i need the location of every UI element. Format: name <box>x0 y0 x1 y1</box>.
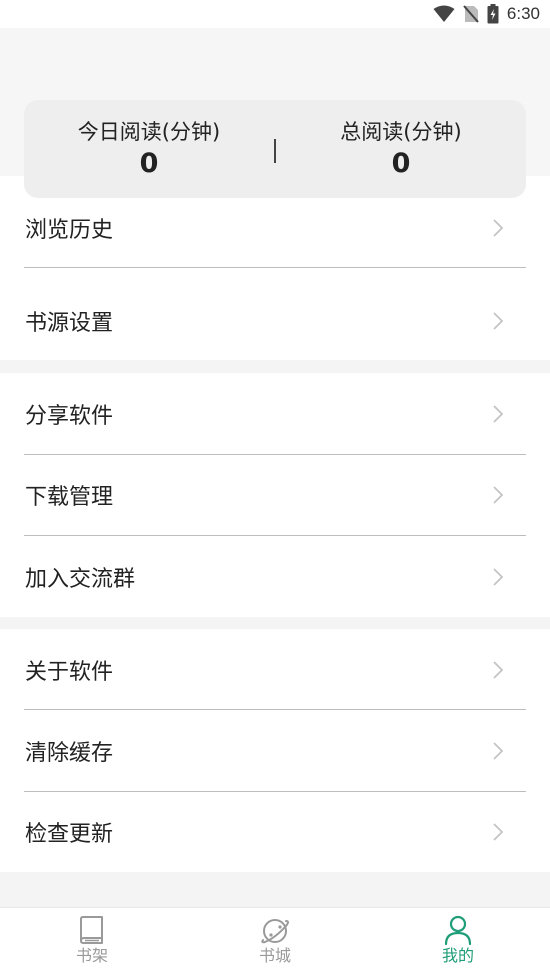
chevron-right-icon <box>493 568 504 586</box>
nav-tab-label: 我的 <box>441 946 474 965</box>
today-reading-value: 0 <box>139 148 159 179</box>
wifi-icon <box>433 5 455 22</box>
menu-item-check-update[interactable]: 检查更新 <box>0 792 550 872</box>
bookshelf-icon <box>80 916 103 944</box>
menu-item-label: 分享软件 <box>25 404 114 429</box>
chevron-right-icon <box>493 312 504 330</box>
menu-item-label: 清除缓存 <box>25 741 114 766</box>
menu-item-share[interactable]: 分享软件 <box>0 374 550 454</box>
nav-tab-bookshelf[interactable]: 书架 <box>32 914 152 966</box>
chevron-right-icon <box>493 219 504 237</box>
status-icons: 6:30 <box>433 2 540 26</box>
reading-stats-card: 今日阅读(分钟) 0 总阅读(分钟) 0 <box>24 100 526 198</box>
nav-tab-label: 书城 <box>258 946 291 965</box>
nav-tab-label: 书架 <box>75 946 108 965</box>
menu-item-label: 浏览历史 <box>25 218 114 243</box>
chevron-right-icon <box>493 742 504 760</box>
menu-item-join-group[interactable]: 加入交流群 <box>0 537 550 617</box>
status-time: 6:30 <box>506 4 540 23</box>
nav-tab-bookstore[interactable]: 书城 <box>215 914 335 966</box>
menu-item-label: 书源设置 <box>25 311 114 336</box>
bottom-nav: 书架 书城 我的 <box>0 907 550 978</box>
today-reading-stat: 今日阅读(分钟) 0 <box>24 117 274 181</box>
nav-tab-mine[interactable]: 我的 <box>398 914 518 966</box>
chevron-right-icon <box>493 486 504 504</box>
divider <box>24 709 526 710</box>
planet-icon <box>261 919 289 944</box>
total-reading-label: 总阅读(分钟) <box>340 120 462 144</box>
total-reading-stat: 总阅读(分钟) 0 <box>276 117 526 181</box>
today-reading-label: 今日阅读(分钟) <box>77 120 221 144</box>
menu-item-label: 关于软件 <box>25 660 114 685</box>
menu-item-about[interactable]: 关于软件 <box>0 630 550 710</box>
menu-item-history[interactable]: 浏览历史 <box>0 188 550 268</box>
menu-item-label: 加入交流群 <box>25 567 136 592</box>
menu-item-label: 下载管理 <box>25 485 114 510</box>
battery-charging-icon <box>487 4 499 24</box>
no-sim-icon <box>463 5 479 23</box>
menu-item-book-source[interactable]: 书源设置 <box>0 281 550 361</box>
status-bar: 6:30 <box>0 0 550 28</box>
menu-item-clear-cache[interactable]: 清除缓存 <box>0 711 550 791</box>
divider <box>24 267 526 268</box>
person-icon <box>444 915 472 946</box>
menu-item-label: 检查更新 <box>25 822 114 847</box>
chevron-right-icon <box>493 823 504 841</box>
chevron-right-icon <box>493 661 504 679</box>
chevron-right-icon <box>493 405 504 423</box>
divider <box>24 535 526 536</box>
menu-item-downloads[interactable]: 下载管理 <box>0 455 550 535</box>
total-reading-value: 0 <box>391 148 411 179</box>
